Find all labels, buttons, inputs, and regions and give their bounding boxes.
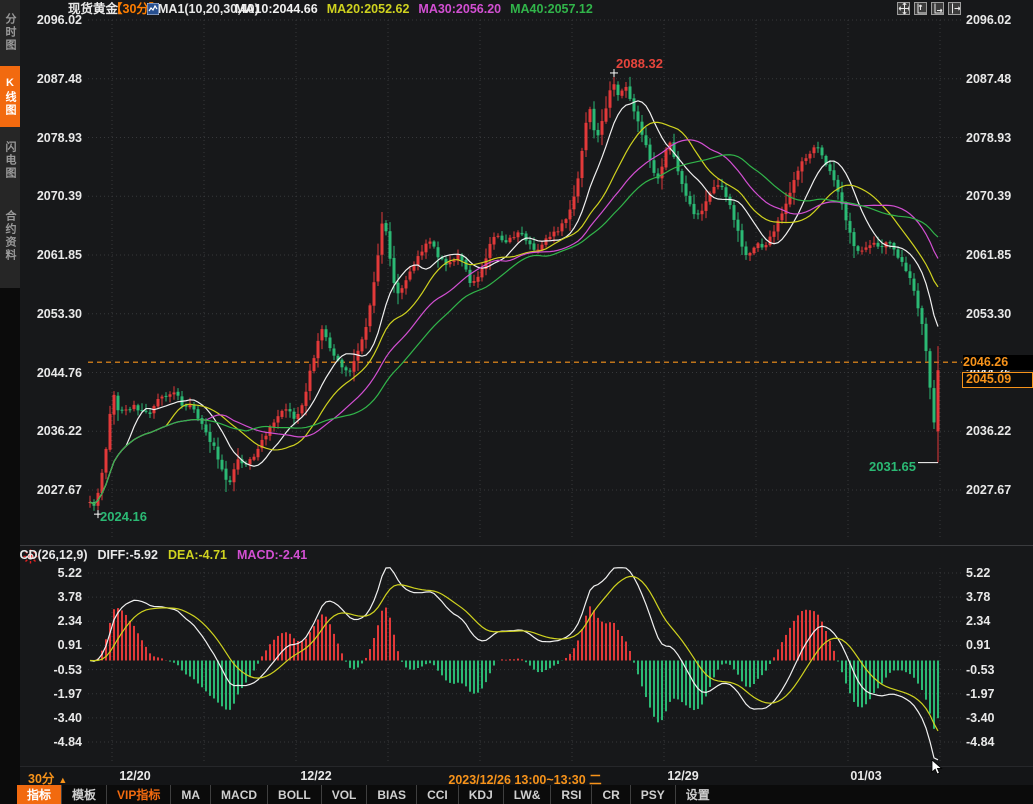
scale-x-icon [932, 2, 943, 15]
ma-value-2: MA20:2052.62 [327, 2, 410, 16]
toolbar-tab-MA[interactable]: MA [170, 785, 210, 804]
toolbar-tab-RSI[interactable]: RSI [550, 785, 591, 804]
sidebar-tab-2[interactable]: K线图 [0, 66, 20, 127]
pan-right-button[interactable] [948, 2, 961, 15]
toolbar-tab-VIP指标[interactable]: VIP指标 [106, 785, 170, 804]
sidebar: 分时图 K线图闪电图合约资料 [0, 0, 20, 804]
time-tick-1: 12/20 [119, 769, 150, 783]
ma-value-3: MA30:2056.20 [418, 2, 501, 16]
toolbar-tab-BOLL[interactable]: BOLL [267, 785, 321, 804]
sidebar-tab-1[interactable]: 分时图 [0, 3, 20, 62]
macd-dea-value: DEA:-4.71 [168, 548, 227, 562]
scale-x-button[interactable] [931, 2, 944, 15]
toolbar-tab-VOL[interactable]: VOL [321, 785, 367, 804]
time-tick-5: 01/03 [850, 769, 881, 783]
toolbar-tab-CCI[interactable]: CCI [416, 785, 458, 804]
pan-right-icon [949, 2, 960, 15]
sidebar-tab-4[interactable]: 合约资料 [0, 196, 20, 276]
sidebar-tab-3[interactable]: 闪电图 [0, 131, 20, 189]
macd-macd-value: MACD:-2.41 [237, 548, 307, 562]
kline-chart-canvas[interactable] [0, 0, 1033, 804]
toolbar-tab-模板[interactable]: 模板 [61, 785, 106, 804]
time-axis-row: 30分▲ 12/2012/222023/12/26 13:00~13:30 二1… [20, 766, 1033, 786]
toolbar-tab-BIAS[interactable]: BIAS [366, 785, 416, 804]
time-tick-2: 12/22 [300, 769, 331, 783]
toolbar-tab-MACD[interactable]: MACD [210, 785, 267, 804]
toolbar-tab-PSY[interactable]: PSY [630, 785, 675, 804]
move-tool-icon [898, 2, 909, 15]
high-price-marker: 2088.32 [616, 56, 663, 71]
move-tool-button[interactable] [897, 2, 910, 15]
last-low-marker: 2031.65 [869, 459, 916, 474]
trading-app: 分时图 K线图闪电图合约资料 现货黄金 【30分】 MA1(10,20,30,40… [0, 0, 1033, 804]
scale-y-icon [915, 2, 926, 15]
ma-value-4: MA40:2057.12 [510, 2, 593, 16]
ma-value-1: MA10:2044.66 [235, 2, 318, 16]
dashed-price-label: 2046.26 [963, 355, 1033, 370]
period-arrow-icon: ▲ [58, 775, 67, 785]
toolbar-tab-LW&[interactable]: LW& [503, 785, 551, 804]
scale-y-button[interactable] [914, 2, 927, 15]
toolbar-tab-CR[interactable]: CR [591, 785, 629, 804]
mouse-cursor [931, 760, 943, 776]
toolbar-tab-KDJ[interactable]: KDJ [458, 785, 503, 804]
ma-values: MA10:2044.66 MA20:2052.62 MA30:2056.20 MA40… [235, 0, 602, 19]
macd-header: MACD(26,12,9)DIFF:-5.92DEA:-4.71MACD:-2.… [0, 548, 317, 566]
toolbar-tab-指标[interactable]: 指标 [17, 785, 61, 804]
last-price-label: 2045.09 [962, 372, 1033, 388]
time-tick-4: 12/29 [667, 769, 698, 783]
low-price-marker: 2024.16 [100, 509, 147, 524]
chart-header: 现货黄金 【30分】 MA1(10,20,30,40) MA10:2044.66… [20, 0, 1033, 20]
indicator-toolbar: 指标模板VIP指标MAMACDBOLLVOLBIASCCIKDJLW&RSICR… [0, 785, 1033, 804]
chart-tool-buttons [897, 2, 961, 15]
macd-diff-value: DIFF:-5.92 [98, 548, 158, 562]
toolbar-tab-settings[interactable]: 设置 [675, 785, 720, 804]
